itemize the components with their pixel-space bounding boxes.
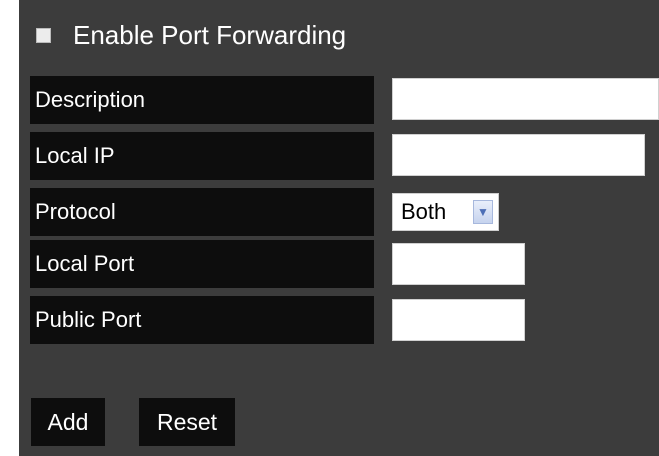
- protocol-select[interactable]: Both ▼: [392, 193, 499, 231]
- reset-button[interactable]: Reset: [139, 398, 235, 446]
- local-port-input[interactable]: [392, 243, 525, 285]
- local-ip-label: Local IP: [30, 132, 374, 180]
- enable-port-forwarding-checkbox[interactable]: [36, 28, 51, 43]
- description-input[interactable]: [392, 78, 659, 120]
- local-ip-input[interactable]: [392, 134, 645, 176]
- chevron-down-icon[interactable]: ▼: [473, 200, 493, 224]
- port-forwarding-panel: Enable Port Forwarding Description Local…: [19, 0, 659, 456]
- protocol-selected-value: Both: [401, 199, 447, 224]
- enable-port-forwarding-label: Enable Port Forwarding: [73, 20, 347, 50]
- public-port-input[interactable]: [392, 299, 525, 341]
- description-label: Description: [30, 76, 374, 124]
- local-port-label: Local Port: [30, 240, 374, 288]
- add-button[interactable]: Add: [31, 398, 105, 446]
- public-port-label: Public Port: [30, 296, 374, 344]
- protocol-label: Protocol: [30, 188, 374, 236]
- enable-port-forwarding-row[interactable]: Enable Port Forwarding: [36, 20, 346, 51]
